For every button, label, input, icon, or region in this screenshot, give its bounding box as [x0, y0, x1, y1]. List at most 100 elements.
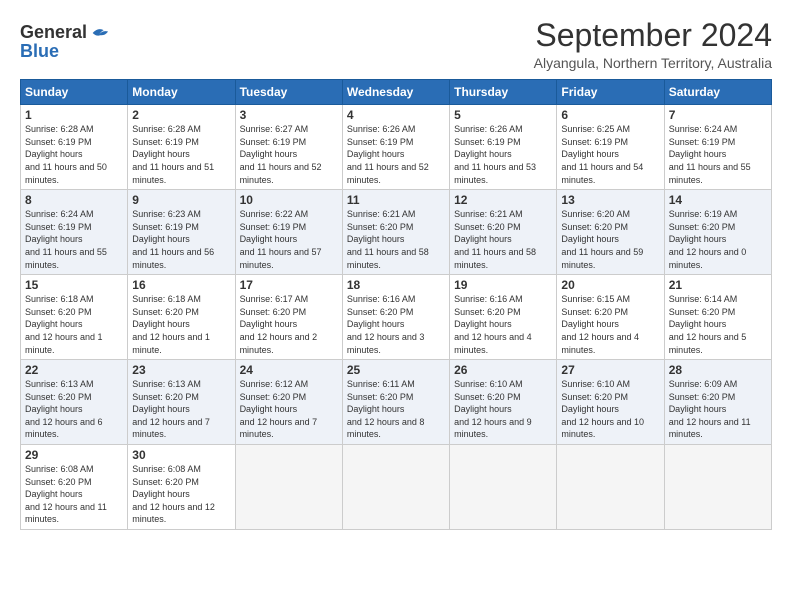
day-number: 25 [347, 363, 445, 377]
table-cell: 1 Sunrise: 6:28 AMSunset: 6:19 PMDayligh… [21, 105, 128, 190]
day-number: 7 [669, 108, 767, 122]
day-number: 22 [25, 363, 123, 377]
table-cell: 7 Sunrise: 6:24 AMSunset: 6:19 PMDayligh… [664, 105, 771, 190]
table-cell [664, 445, 771, 530]
day-number: 11 [347, 193, 445, 207]
cell-text: Sunrise: 6:16 AMSunset: 6:20 PMDaylight … [347, 294, 425, 354]
logo: General Blue [20, 22, 113, 62]
table-cell: 8 Sunrise: 6:24 AMSunset: 6:19 PMDayligh… [21, 190, 128, 275]
day-number: 16 [132, 278, 230, 292]
day-number: 2 [132, 108, 230, 122]
day-number: 4 [347, 108, 445, 122]
table-cell [450, 445, 557, 530]
table-cell: 28 Sunrise: 6:09 AMSunset: 6:20 PMDaylig… [664, 360, 771, 445]
cell-text: Sunrise: 6:21 AMSunset: 6:20 PMDaylight … [347, 209, 429, 269]
week-row-5: 29 Sunrise: 6:08 AMSunset: 6:20 PMDaylig… [21, 445, 772, 530]
cell-text: Sunrise: 6:26 AMSunset: 6:19 PMDaylight … [347, 124, 429, 184]
calendar-header-row: Sunday Monday Tuesday Wednesday Thursday… [21, 80, 772, 105]
cell-text: Sunrise: 6:18 AMSunset: 6:20 PMDaylight … [132, 294, 210, 354]
table-cell: 18 Sunrise: 6:16 AMSunset: 6:20 PMDaylig… [342, 275, 449, 360]
cell-text: Sunrise: 6:12 AMSunset: 6:20 PMDaylight … [240, 379, 318, 439]
day-number: 5 [454, 108, 552, 122]
cell-text: Sunrise: 6:11 AMSunset: 6:20 PMDaylight … [347, 379, 425, 439]
cell-text: Sunrise: 6:18 AMSunset: 6:20 PMDaylight … [25, 294, 103, 354]
cell-text: Sunrise: 6:28 AMSunset: 6:19 PMDaylight … [132, 124, 214, 184]
page: General Blue September 2024 Alyangula, N… [0, 0, 792, 612]
day-number: 8 [25, 193, 123, 207]
cell-text: Sunrise: 6:08 AMSunset: 6:20 PMDaylight … [25, 464, 107, 524]
day-number: 20 [561, 278, 659, 292]
table-cell: 3 Sunrise: 6:27 AMSunset: 6:19 PMDayligh… [235, 105, 342, 190]
subtitle: Alyangula, Northern Territory, Australia [534, 55, 772, 71]
logo-bird-icon [89, 24, 111, 42]
table-cell: 2 Sunrise: 6:28 AMSunset: 6:19 PMDayligh… [128, 105, 235, 190]
day-number: 17 [240, 278, 338, 292]
cell-text: Sunrise: 6:22 AMSunset: 6:19 PMDaylight … [240, 209, 322, 269]
day-number: 28 [669, 363, 767, 377]
main-title: September 2024 [534, 18, 772, 53]
table-cell: 17 Sunrise: 6:17 AMSunset: 6:20 PMDaylig… [235, 275, 342, 360]
cell-text: Sunrise: 6:17 AMSunset: 6:20 PMDaylight … [240, 294, 318, 354]
day-number: 26 [454, 363, 552, 377]
day-number: 18 [347, 278, 445, 292]
table-cell: 14 Sunrise: 6:19 AMSunset: 6:20 PMDaylig… [664, 190, 771, 275]
col-sunday: Sunday [21, 80, 128, 105]
week-row-1: 1 Sunrise: 6:28 AMSunset: 6:19 PMDayligh… [21, 105, 772, 190]
week-row-3: 15 Sunrise: 6:18 AMSunset: 6:20 PMDaylig… [21, 275, 772, 360]
cell-text: Sunrise: 6:09 AMSunset: 6:20 PMDaylight … [669, 379, 751, 439]
col-friday: Friday [557, 80, 664, 105]
table-cell: 19 Sunrise: 6:16 AMSunset: 6:20 PMDaylig… [450, 275, 557, 360]
table-cell [235, 445, 342, 530]
cell-text: Sunrise: 6:14 AMSunset: 6:20 PMDaylight … [669, 294, 747, 354]
table-cell: 24 Sunrise: 6:12 AMSunset: 6:20 PMDaylig… [235, 360, 342, 445]
day-number: 14 [669, 193, 767, 207]
col-tuesday: Tuesday [235, 80, 342, 105]
day-number: 10 [240, 193, 338, 207]
day-number: 6 [561, 108, 659, 122]
table-cell: 30 Sunrise: 6:08 AMSunset: 6:20 PMDaylig… [128, 445, 235, 530]
day-number: 21 [669, 278, 767, 292]
cell-text: Sunrise: 6:27 AMSunset: 6:19 PMDaylight … [240, 124, 322, 184]
table-cell: 29 Sunrise: 6:08 AMSunset: 6:20 PMDaylig… [21, 445, 128, 530]
cell-text: Sunrise: 6:08 AMSunset: 6:20 PMDaylight … [132, 464, 215, 524]
table-cell: 22 Sunrise: 6:13 AMSunset: 6:20 PMDaylig… [21, 360, 128, 445]
table-cell: 21 Sunrise: 6:14 AMSunset: 6:20 PMDaylig… [664, 275, 771, 360]
day-number: 30 [132, 448, 230, 462]
cell-text: Sunrise: 6:13 AMSunset: 6:20 PMDaylight … [25, 379, 103, 439]
cell-text: Sunrise: 6:25 AMSunset: 6:19 PMDaylight … [561, 124, 643, 184]
cell-text: Sunrise: 6:10 AMSunset: 6:20 PMDaylight … [454, 379, 532, 439]
cell-text: Sunrise: 6:10 AMSunset: 6:20 PMDaylight … [561, 379, 644, 439]
table-cell: 5 Sunrise: 6:26 AMSunset: 6:19 PMDayligh… [450, 105, 557, 190]
cell-text: Sunrise: 6:15 AMSunset: 6:20 PMDaylight … [561, 294, 639, 354]
cell-text: Sunrise: 6:28 AMSunset: 6:19 PMDaylight … [25, 124, 107, 184]
day-number: 19 [454, 278, 552, 292]
calendar: Sunday Monday Tuesday Wednesday Thursday… [20, 79, 772, 530]
cell-text: Sunrise: 6:20 AMSunset: 6:20 PMDaylight … [561, 209, 643, 269]
table-cell: 25 Sunrise: 6:11 AMSunset: 6:20 PMDaylig… [342, 360, 449, 445]
table-cell: 26 Sunrise: 6:10 AMSunset: 6:20 PMDaylig… [450, 360, 557, 445]
cell-text: Sunrise: 6:21 AMSunset: 6:20 PMDaylight … [454, 209, 536, 269]
day-number: 9 [132, 193, 230, 207]
day-number: 15 [25, 278, 123, 292]
table-cell: 12 Sunrise: 6:21 AMSunset: 6:20 PMDaylig… [450, 190, 557, 275]
cell-text: Sunrise: 6:23 AMSunset: 6:19 PMDaylight … [132, 209, 214, 269]
title-block: September 2024 Alyangula, Northern Terri… [534, 18, 772, 71]
day-number: 23 [132, 363, 230, 377]
logo-general: General [20, 22, 87, 43]
table-cell: 16 Sunrise: 6:18 AMSunset: 6:20 PMDaylig… [128, 275, 235, 360]
day-number: 13 [561, 193, 659, 207]
cell-text: Sunrise: 6:24 AMSunset: 6:19 PMDaylight … [25, 209, 107, 269]
table-cell: 10 Sunrise: 6:22 AMSunset: 6:19 PMDaylig… [235, 190, 342, 275]
table-cell: 23 Sunrise: 6:13 AMSunset: 6:20 PMDaylig… [128, 360, 235, 445]
col-wednesday: Wednesday [342, 80, 449, 105]
week-row-2: 8 Sunrise: 6:24 AMSunset: 6:19 PMDayligh… [21, 190, 772, 275]
table-cell: 9 Sunrise: 6:23 AMSunset: 6:19 PMDayligh… [128, 190, 235, 275]
logo-blue: Blue [20, 41, 59, 62]
week-row-4: 22 Sunrise: 6:13 AMSunset: 6:20 PMDaylig… [21, 360, 772, 445]
cell-text: Sunrise: 6:16 AMSunset: 6:20 PMDaylight … [454, 294, 532, 354]
cell-text: Sunrise: 6:26 AMSunset: 6:19 PMDaylight … [454, 124, 536, 184]
day-number: 12 [454, 193, 552, 207]
day-number: 27 [561, 363, 659, 377]
day-number: 1 [25, 108, 123, 122]
table-cell: 20 Sunrise: 6:15 AMSunset: 6:20 PMDaylig… [557, 275, 664, 360]
